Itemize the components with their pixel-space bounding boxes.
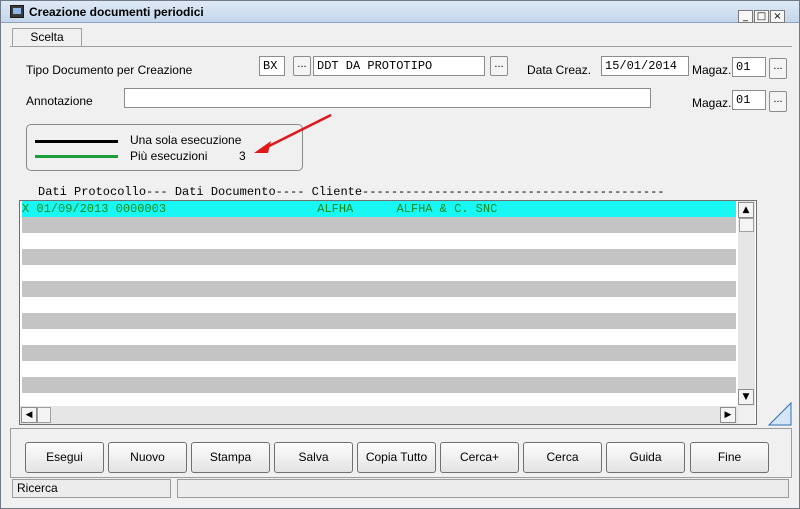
tipo-desc-lookup-button[interactable]: ... xyxy=(490,56,508,76)
app-window: Creazione documenti periodici _ □ × Scel… xyxy=(0,0,800,509)
tipo-code-field[interactable]: BX xyxy=(259,56,285,76)
maximize-button[interactable]: □ xyxy=(754,10,769,23)
stampa-button[interactable]: Stampa xyxy=(191,442,270,473)
cerca-button[interactable]: Cerca xyxy=(523,442,602,473)
status-right xyxy=(177,479,789,498)
horizontal-scrollbar[interactable]: ◀ ▶ xyxy=(20,406,738,424)
grid-header: Dati Protocollo--- Dati Documento---- Cl… xyxy=(38,185,665,199)
magaz-label: Magaz. xyxy=(692,63,732,77)
fine-button[interactable]: Fine xyxy=(690,442,769,473)
esegui-button[interactable]: Esegui xyxy=(25,442,104,473)
scroll-up-icon[interactable]: ▲ xyxy=(738,202,754,218)
magaz-lookup-button[interactable]: ... xyxy=(769,58,787,79)
table-row[interactable] xyxy=(22,249,736,265)
scroll-left-icon[interactable]: ◀ xyxy=(21,407,37,423)
scroll-right-icon[interactable]: ▶ xyxy=(720,407,736,423)
annotazione-label: Annotazione xyxy=(26,94,93,108)
arrow-icon xyxy=(254,113,332,153)
document-grid[interactable]: X 01/09/2013 0000003 ALFHA ALFHA & C. SN… xyxy=(19,200,757,425)
table-row[interactable] xyxy=(22,265,736,281)
legend-multi-label: Più esecuzioni xyxy=(130,149,208,163)
title-bar[interactable]: Creazione documenti periodici _ □ × xyxy=(1,1,799,23)
legend-multi-count: 3 xyxy=(239,149,246,163)
vertical-scroll-thumb[interactable] xyxy=(739,218,754,232)
close-button[interactable]: × xyxy=(770,10,785,23)
copia-tutto-button[interactable]: Copia Tutto xyxy=(357,442,436,473)
scroll-corner xyxy=(738,406,755,424)
data-creaz-label: Data Creaz. xyxy=(527,63,592,77)
legend-single-label: Una sola esecuzione xyxy=(130,133,242,147)
table-row[interactable] xyxy=(22,233,736,249)
tipo-code-lookup-button[interactable]: ... xyxy=(293,56,311,76)
table-row[interactable] xyxy=(22,345,736,361)
annotazione-field[interactable] xyxy=(124,88,651,108)
table-row[interactable] xyxy=(22,361,736,377)
magaz-field[interactable]: 01 xyxy=(732,57,766,77)
tab-divider xyxy=(10,46,792,47)
guida-button[interactable]: Guida xyxy=(606,442,685,473)
cerca-button[interactable]: Cerca+ xyxy=(440,442,519,473)
magaz-2-label: Magaz. xyxy=(692,96,732,110)
nuovo-button[interactable]: Nuovo xyxy=(108,442,187,473)
tab-scelta[interactable]: Scelta xyxy=(12,28,82,47)
window-title: Creazione documenti periodici xyxy=(29,5,204,19)
vertical-scrollbar[interactable]: ▲ ▼ xyxy=(738,201,755,406)
status-left: Ricerca xyxy=(12,479,171,498)
magaz-2-field[interactable]: 01 xyxy=(732,90,766,110)
table-row[interactable] xyxy=(22,297,736,313)
table-row[interactable] xyxy=(22,217,736,233)
table-row[interactable] xyxy=(22,281,736,297)
tipo-documento-label: Tipo Documento per Creazione xyxy=(26,63,193,77)
legend-line-single xyxy=(35,140,118,143)
data-creaz-field[interactable]: 15/01/2014 xyxy=(601,56,689,76)
table-row[interactable] xyxy=(22,377,736,393)
scroll-down-icon[interactable]: ▼ xyxy=(738,389,754,405)
salva-button[interactable]: Salva xyxy=(274,442,353,473)
horizontal-scroll-thumb[interactable] xyxy=(37,407,51,423)
minimize-button[interactable]: _ xyxy=(738,10,753,23)
resize-grip-icon[interactable] xyxy=(767,401,793,427)
table-row[interactable] xyxy=(22,329,736,345)
table-row[interactable] xyxy=(22,313,736,329)
app-icon xyxy=(10,5,24,18)
magaz-2-lookup-button[interactable]: ... xyxy=(769,91,787,112)
legend-line-multi xyxy=(35,155,118,158)
table-row[interactable]: X 01/09/2013 0000003 ALFHA ALFHA & C. SN… xyxy=(22,201,736,217)
tipo-desc-field[interactable]: DDT DA PROTOTIPO xyxy=(313,56,485,76)
